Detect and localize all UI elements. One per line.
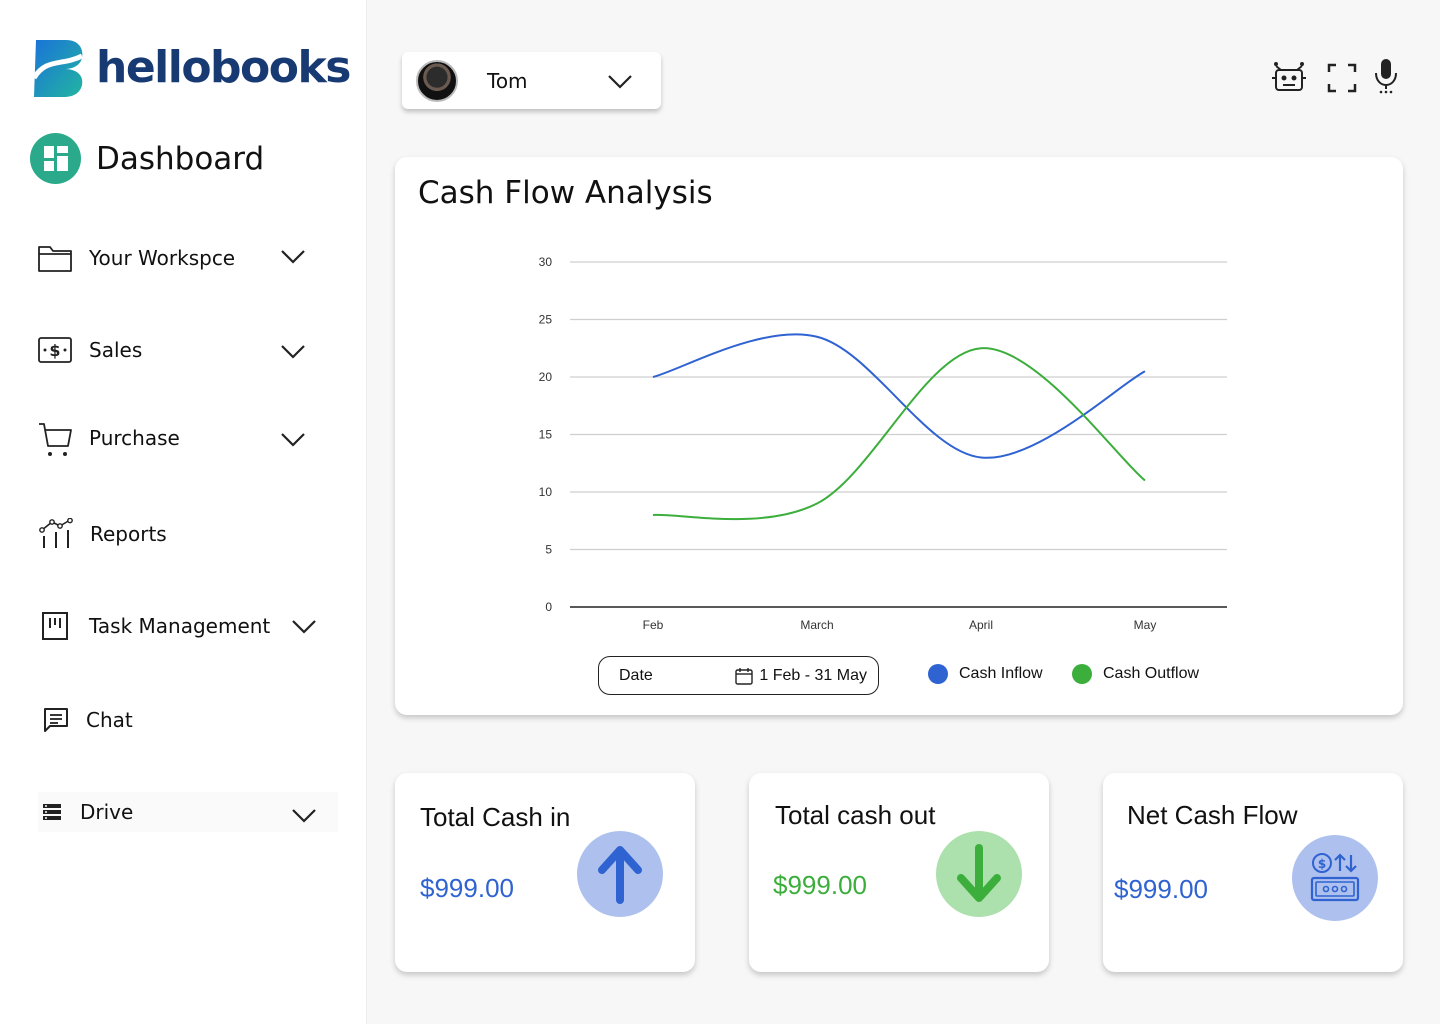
x-tick-label: May xyxy=(1134,618,1157,632)
stat-value: $999.00 xyxy=(420,873,514,903)
svg-text:$: $ xyxy=(49,341,60,360)
legend-item-outflow: Cash Outflow xyxy=(1072,664,1199,684)
sidebar-item-label: Chat xyxy=(86,708,133,732)
sidebar-item-reports[interactable]: Reports xyxy=(38,514,167,554)
sidebar-item-chat[interactable]: Chat xyxy=(38,700,133,740)
total-cash-out-card[interactable]: Total cash out $999.00 xyxy=(749,773,1049,972)
y-tick-label: 5 xyxy=(545,543,552,557)
stat-title: Net Cash Flow xyxy=(1127,800,1298,830)
chevron-down-icon[interactable] xyxy=(291,619,317,635)
stat-title: Total cash out xyxy=(775,800,936,830)
task-icon xyxy=(37,608,73,644)
chevron-down-icon xyxy=(608,75,632,89)
total-cash-in-card[interactable]: Total Cash in $999.00 xyxy=(395,773,695,972)
chevron-down-icon[interactable] xyxy=(280,249,306,265)
cash-inflow-line xyxy=(652,333,1146,459)
avatar xyxy=(416,59,458,102)
cash-flow-card: Cash Flow Analysis 0 5 10 15 20 25 30 Feb March A… xyxy=(395,157,1403,715)
legend-dot xyxy=(1072,664,1092,684)
date-range: 1 Feb - 31 May xyxy=(734,666,867,686)
y-tick-label: 15 xyxy=(539,428,553,442)
y-tick-label: 0 xyxy=(545,600,552,614)
x-tick-label: Feb xyxy=(643,618,664,632)
drive-icon xyxy=(38,794,66,830)
y-tick-label: 30 xyxy=(539,255,553,269)
net-cash-flow-card[interactable]: Net Cash Flow $999.00 $ xyxy=(1103,773,1403,972)
sidebar-item-purchase[interactable]: Purchase xyxy=(37,418,180,458)
sidebar-item-label: Drive xyxy=(80,800,134,824)
stat-value: $999.00 xyxy=(1114,874,1208,904)
sidebar-item-label: Task Management xyxy=(89,614,271,638)
sidebar-item-label: Your Workspce xyxy=(89,246,236,270)
date-range-value: 1 Feb - 31 May xyxy=(759,666,867,684)
stat-value: $999.00 xyxy=(773,870,867,900)
cash-icon: $ xyxy=(37,332,73,368)
microphone-icon[interactable] xyxy=(1368,58,1404,94)
date-range-picker[interactable]: Date 1 Feb - 31 May xyxy=(598,656,879,695)
calendar-icon xyxy=(735,667,754,685)
dashboard-label: Dashboard xyxy=(96,140,265,177)
cash-flow-chart: 0 5 10 15 20 25 30 Feb March April May xyxy=(539,255,1227,632)
y-tick-label: 10 xyxy=(539,485,553,499)
svg-text:$: $ xyxy=(1318,857,1326,871)
sidebar-item-task-management[interactable]: Task Management xyxy=(37,606,270,646)
hellobooks-logo-icon xyxy=(32,40,84,97)
dashboard-icon xyxy=(30,133,81,184)
chevron-down-icon[interactable] xyxy=(280,432,306,448)
legend-label: Cash Outflow xyxy=(1103,665,1200,682)
sidebar-item-sales[interactable]: $ Sales xyxy=(37,330,142,370)
sidebar-item-workspace[interactable]: Your Workspce xyxy=(37,238,235,278)
fullscreen-icon[interactable] xyxy=(1324,60,1360,96)
chevron-down-icon[interactable] xyxy=(291,808,317,824)
sidebar-item-label: Sales xyxy=(89,338,143,362)
brand-logo[interactable]: hellobooks xyxy=(32,38,351,98)
y-tick-label: 20 xyxy=(539,370,553,384)
arrow-up-icon xyxy=(577,831,663,917)
user-selector[interactable]: Tom xyxy=(402,52,661,109)
chevron-down-icon[interactable] xyxy=(280,344,306,360)
folder-icon xyxy=(37,240,73,276)
chat-icon xyxy=(38,702,74,738)
legend-item-inflow: Cash Inflow xyxy=(928,664,1043,684)
robot-icon[interactable] xyxy=(1271,60,1307,96)
cash-outflow-line xyxy=(652,347,1146,521)
sidebar-item-dashboard[interactable]: Dashboard xyxy=(30,133,264,184)
stat-title: Total Cash in xyxy=(420,802,571,832)
x-tick-label: April xyxy=(969,618,993,632)
y-tick-label: 25 xyxy=(539,313,553,327)
money-exchange-icon: $ xyxy=(1292,835,1378,921)
brand-name: hellobooks xyxy=(96,42,351,93)
sidebar-item-label: Reports xyxy=(90,522,167,546)
date-label: Date xyxy=(619,666,653,684)
legend-dot xyxy=(928,664,948,684)
x-tick-label: March xyxy=(800,618,833,632)
arrow-down-icon xyxy=(936,831,1022,917)
sidebar: hellobooks Dashboard Your Workspce $ Sal… xyxy=(0,0,367,1024)
reports-icon xyxy=(38,516,74,552)
legend-label: Cash Inflow xyxy=(959,665,1043,682)
sidebar-item-label: Purchase xyxy=(89,426,180,450)
cart-icon xyxy=(37,420,73,456)
user-name: Tom xyxy=(487,68,528,93)
